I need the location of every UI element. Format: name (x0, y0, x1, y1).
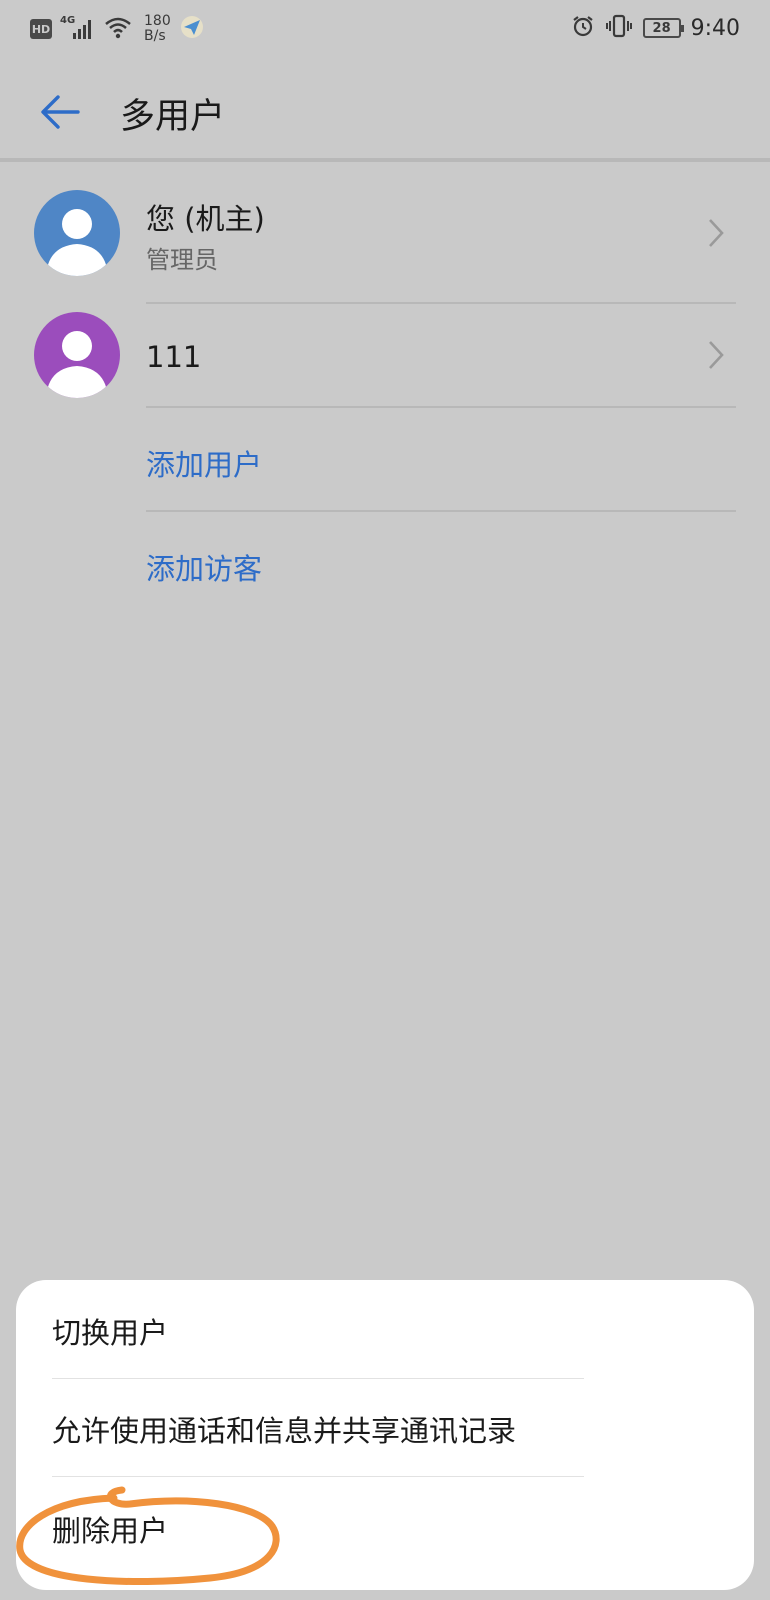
user-row-111[interactable]: 111 (0, 312, 770, 408)
switch-user-option[interactable]: 切换用户 (52, 1310, 168, 1352)
signal-icon: 4G (60, 15, 96, 41)
user-name-owner: 您 (机主) (146, 202, 265, 236)
title-bar: 多用户 (0, 62, 770, 158)
action-sheet: 切换用户 允许使用通话和信息并共享通讯记录 删除用户 (16, 1280, 754, 1590)
net-speed-unit: B/s (144, 28, 166, 44)
avatar-owner (34, 190, 120, 276)
page-title: 多用户 (120, 97, 226, 137)
chevron-right-icon (709, 219, 724, 247)
user-name-111: 111 (146, 340, 202, 374)
vibrate-icon (605, 14, 633, 42)
net-speed-value: 180 (144, 13, 171, 29)
avatar-111 (34, 312, 120, 398)
wifi-icon (104, 15, 132, 43)
row-divider (146, 406, 736, 408)
add-user-link[interactable]: 添加用户 (146, 442, 262, 484)
add-guest-link[interactable]: 添加访客 (146, 546, 262, 588)
alarm-icon (571, 14, 595, 42)
battery-icon: 28 (642, 18, 684, 38)
person-icon (46, 209, 108, 276)
app-notification-icon (179, 14, 205, 44)
back-button[interactable] (32, 84, 88, 140)
user-role-owner: 管理员 (146, 246, 218, 274)
back-arrow-icon (41, 95, 80, 129)
clock: 9:40 (690, 15, 740, 41)
row-divider (146, 302, 736, 304)
status-right: 28 9:40 (571, 14, 740, 42)
allow-calls-sms-option[interactable]: 允许使用通话和信息并共享通讯记录 (52, 1408, 516, 1450)
person-icon (46, 331, 108, 398)
sheet-divider (52, 1476, 584, 1477)
delete-user-option[interactable]: 删除用户 (52, 1508, 168, 1550)
user-row-owner[interactable]: 您 (机主) 管理员 (0, 190, 770, 300)
hd-badge: HD (30, 19, 52, 39)
title-divider (0, 158, 770, 162)
chevron-right-icon (709, 341, 724, 369)
sheet-divider (52, 1378, 584, 1379)
status-bar: HD 4G 180 B/s 28 9:40 (0, 0, 770, 62)
net-speed: 180 B/s (144, 14, 171, 44)
status-left: HD 4G 180 B/s (30, 14, 205, 44)
row-divider (146, 510, 736, 512)
